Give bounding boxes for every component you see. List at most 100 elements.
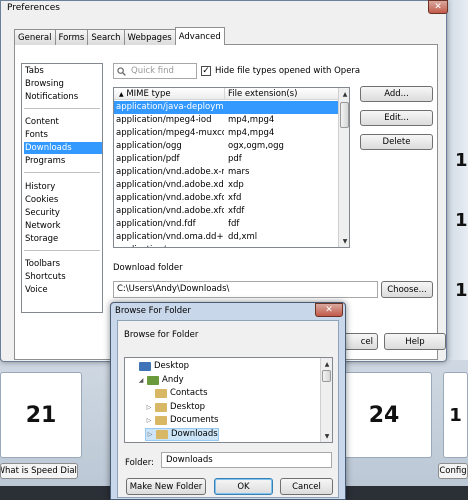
category-storage[interactable]: Storage: [24, 233, 102, 245]
scroll-thumb[interactable]: [340, 102, 349, 128]
ok-button[interactable]: OK: [214, 478, 273, 495]
column-header-extension[interactable]: File extension(s): [228, 89, 297, 99]
user-folder-icon: [147, 375, 159, 385]
tab-webpages[interactable]: Webpages: [123, 29, 176, 45]
tree-item[interactable]: ▷ Desktop: [145, 401, 205, 414]
category-tabs[interactable]: Tabs: [24, 65, 102, 77]
tree-item[interactable]: ▷ Downloads: [145, 427, 219, 441]
close-icon: ✕: [434, 2, 442, 12]
tree-item-label: Contacts: [170, 388, 208, 398]
mime-type-cell: application/java-deployme...: [116, 102, 224, 112]
choose-button[interactable]: Choose...: [381, 281, 433, 298]
dialog-close-button[interactable]: ✕: [315, 303, 343, 317]
make-new-folder-button[interactable]: Make New Folder: [126, 478, 206, 495]
scroll-up-icon[interactable]: ▲: [340, 89, 349, 99]
cancel-button[interactable]: cel: [343, 333, 378, 350]
category-notifications[interactable]: Notifications: [24, 91, 102, 103]
table-scrollbar[interactable]: ▲ ▼: [338, 88, 349, 247]
tree-item[interactable]: Desktop: [129, 360, 189, 373]
tree-item-label: Downloads: [171, 428, 218, 439]
dialog-cancel-button[interactable]: Cancel: [280, 478, 333, 495]
scroll-up-icon[interactable]: ▲: [322, 359, 332, 369]
quick-find-input[interactable]: Quick find: [113, 63, 197, 79]
folder-icon: [155, 416, 167, 425]
table-row[interactable]: application/...: [114, 244, 338, 247]
tile-number: 21: [25, 402, 57, 428]
category-programs[interactable]: Programs: [24, 155, 102, 167]
category-list[interactable]: Tabs Browsing Notifications Content Font…: [21, 63, 103, 313]
tree-item-label: Andy: [162, 374, 184, 385]
expand-arrow-icon[interactable]: ▷: [145, 414, 153, 427]
scroll-down-icon[interactable]: ▼: [322, 431, 332, 441]
folder-icon: [155, 389, 167, 398]
speed-dial-tile[interactable]: 21: [0, 372, 82, 458]
category-content[interactable]: Content: [24, 116, 102, 128]
category-security[interactable]: Security: [24, 207, 102, 219]
help-button[interactable]: Help: [384, 333, 446, 350]
download-folder-input[interactable]: C:\Users\Andy\Downloads\: [113, 281, 378, 298]
scroll-down-icon[interactable]: ▼: [340, 236, 349, 246]
tree-item-label: Desktop: [154, 361, 190, 371]
expand-arrow-icon[interactable]: ◢: [137, 374, 145, 387]
mime-type-cell: application/mpeg4-muxco...: [116, 128, 224, 138]
table-row[interactable]: application/java-deployme...: [114, 101, 338, 114]
tile-number: 1: [449, 404, 462, 426]
delete-button[interactable]: Delete: [360, 134, 433, 150]
configure-button[interactable]: Config: [438, 463, 468, 479]
tab-forms[interactable]: Forms: [54, 29, 89, 45]
table-row[interactable]: application/mpeg4-iod mp4,mpg4: [114, 114, 338, 127]
search-placeholder: Quick find: [131, 66, 174, 76]
folder-icon: [156, 429, 168, 439]
mime-type-cell: application/vnd.oma.dd+xml: [116, 232, 224, 242]
download-folder-label: Download folder: [113, 263, 183, 273]
expand-arrow-icon[interactable]: ▷: [146, 428, 154, 441]
table-row[interactable]: application/vnd.adobe.x-m... mars: [114, 166, 338, 179]
category-voice[interactable]: Voice: [24, 284, 102, 296]
category-cookies[interactable]: Cookies: [24, 194, 102, 206]
tab-advanced[interactable]: Advanced: [174, 27, 225, 45]
table-row[interactable]: application/vnd.fdf fdf: [114, 218, 338, 231]
table-row[interactable]: application/ogg ogx,ogm,ogg: [114, 140, 338, 153]
edit-button[interactable]: Edit...: [360, 110, 433, 126]
what-is-speed-dial-link[interactable]: What is Speed Dial?: [0, 463, 78, 479]
folder-tree: Desktop ◢ Andy Contacts ▷ Desktop ▷ Documents ▷ D…: [124, 357, 333, 443]
extension-cell: dd,xml: [228, 232, 258, 242]
category-history[interactable]: History: [24, 181, 102, 193]
tree-item[interactable]: ◢ Andy: [137, 374, 184, 387]
table-row[interactable]: application/mpeg4-muxco... mp4,mpg4: [114, 127, 338, 140]
hide-file-types-checkbox[interactable]: ✓: [201, 66, 211, 76]
category-browsing[interactable]: Browsing: [24, 78, 102, 90]
search-icon: [117, 66, 126, 76]
category-shortcuts[interactable]: Shortcuts: [24, 271, 102, 283]
tab-general[interactable]: General: [14, 29, 56, 45]
folder-name-input[interactable]: Downloads: [161, 452, 332, 468]
table-row[interactable]: application/pdf pdf: [114, 153, 338, 166]
category-fonts[interactable]: Fonts: [24, 129, 102, 141]
extension-cell: mp4,mpg4: [228, 128, 275, 138]
column-header-mime[interactable]: ▲ MIME type: [119, 89, 171, 99]
edge-tile-number: 1: [455, 150, 468, 171]
tab-search[interactable]: Search: [87, 29, 125, 45]
tree-item[interactable]: ▷ Documents: [145, 414, 218, 427]
table-row[interactable]: application/vnd.adobe.xfdf xfdf: [114, 205, 338, 218]
add-button[interactable]: Add...: [360, 86, 433, 102]
category-downloads[interactable]: Downloads: [24, 142, 102, 154]
folder-icon: [155, 402, 167, 412]
category-network[interactable]: Network: [24, 220, 102, 232]
mime-type-cell: application/vnd.adobe.xfd...: [116, 193, 224, 203]
table-row[interactable]: application/vnd.adobe.xdp... xdp: [114, 179, 338, 192]
table-row[interactable]: application/vnd.adobe.xfd... xfd: [114, 192, 338, 205]
close-icon: ✕: [325, 305, 333, 315]
speed-dial-tile[interactable]: 24: [336, 372, 432, 458]
tree-scrollbar[interactable]: ▲ ▼: [320, 358, 332, 442]
table-row[interactable]: application/vnd.oma.dd+xml dd,xml: [114, 231, 338, 244]
category-toolbars[interactable]: Toolbars: [24, 258, 102, 270]
expand-arrow-icon[interactable]: ▷: [145, 401, 153, 414]
extension-cell: xdp: [228, 180, 244, 190]
scroll-thumb[interactable]: [322, 370, 331, 382]
close-button[interactable]: ✕: [428, 0, 448, 14]
speed-dial-tile-partial[interactable]: 1: [443, 372, 468, 458]
column-divider: [224, 88, 225, 100]
tree-item[interactable]: Contacts: [145, 387, 208, 400]
divider: [24, 108, 100, 109]
